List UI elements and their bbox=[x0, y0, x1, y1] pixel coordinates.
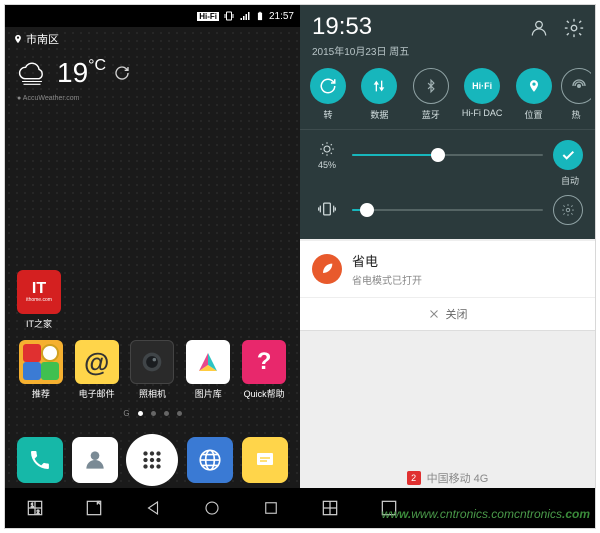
toggle-location[interactable]: 位置 bbox=[510, 68, 558, 121]
location-row[interactable]: 市南区 bbox=[5, 27, 300, 51]
quick-settings-panel: 19:53 2015年10月23日 周五 转 数据 蓝牙 Hi·Fi bbox=[300, 5, 595, 239]
toggle-hotspot[interactable]: 热 bbox=[561, 68, 591, 121]
close-icon bbox=[428, 308, 440, 320]
pin-icon bbox=[13, 34, 23, 44]
nav-dual-button[interactable] bbox=[316, 494, 344, 522]
svg-text:2: 2 bbox=[36, 510, 39, 516]
nav-qslide-button[interactable] bbox=[80, 494, 108, 522]
toggle-data[interactable]: 数据 bbox=[355, 68, 403, 121]
nav-back-button[interactable] bbox=[139, 494, 167, 522]
status-time: 21:57 bbox=[269, 11, 294, 22]
toggle-rotate[interactable]: 转 bbox=[304, 68, 352, 121]
nav-dual-button[interactable]: 12 bbox=[21, 494, 49, 522]
auto-brightness-button[interactable] bbox=[553, 140, 583, 170]
brightness-row: 45% bbox=[312, 140, 583, 170]
auto-label: 自动 bbox=[312, 174, 579, 187]
toggle-row[interactable]: 转 数据 蓝牙 Hi·Fi Hi-Fi DAC 位置 热 bbox=[300, 62, 595, 130]
nav-recent-button[interactable] bbox=[257, 494, 285, 522]
app-gallery[interactable]: 图片库 bbox=[183, 340, 233, 400]
refresh-icon[interactable] bbox=[114, 65, 130, 81]
qs-time[interactable]: 19:53 bbox=[312, 13, 409, 41]
notification-battery-saver[interactable]: 省电 省电模式已打开 关闭 bbox=[300, 241, 595, 331]
weather-source: ● AccuWeather.com bbox=[5, 95, 300, 102]
user-icon[interactable] bbox=[529, 18, 549, 38]
toggle-hifi[interactable]: Hi·Fi Hi-Fi DAC bbox=[458, 68, 506, 121]
nav-home-button[interactable] bbox=[198, 494, 226, 522]
battery-icon bbox=[255, 10, 265, 22]
signal-icon bbox=[239, 10, 251, 22]
vibrate-icon bbox=[223, 10, 235, 22]
notif-subtitle: 省电模式已打开 bbox=[352, 272, 422, 287]
notif-close-button[interactable]: 关闭 bbox=[300, 297, 595, 330]
sound-settings-button[interactable] bbox=[553, 195, 583, 225]
toggle-bluetooth[interactable]: 蓝牙 bbox=[407, 68, 455, 121]
qs-date: 2015年10月23日 周五 bbox=[312, 43, 409, 58]
temperature-value: 19°C bbox=[57, 57, 106, 89]
nav-bar: 12 bbox=[5, 488, 300, 528]
svg-text:1: 1 bbox=[30, 503, 33, 509]
dock bbox=[5, 434, 300, 486]
weather-widget[interactable]: 19°C bbox=[5, 51, 300, 95]
app-ithome[interactable]: IT ithome.com IT之家 bbox=[17, 270, 61, 330]
dock-phone[interactable] bbox=[17, 437, 63, 483]
dock-contacts[interactable] bbox=[72, 437, 118, 483]
sim-badge: 2 bbox=[407, 471, 421, 485]
carrier-name: 中国移动 4G bbox=[427, 470, 489, 486]
status-bar: Hi-Fi 21:57 bbox=[5, 5, 300, 27]
app-email[interactable]: @ 电子邮件 bbox=[72, 340, 122, 400]
app-recommend[interactable]: 推荐 bbox=[16, 340, 66, 400]
app-camera[interactable]: 照相机 bbox=[127, 340, 177, 400]
notif-title: 省电 bbox=[352, 251, 422, 270]
dock-browser[interactable] bbox=[187, 437, 233, 483]
brightness-icon: 45% bbox=[312, 140, 342, 170]
cloud-icon bbox=[15, 60, 49, 86]
location-text: 市南区 bbox=[26, 31, 59, 47]
page-indicator[interactable]: G bbox=[5, 409, 300, 418]
hifi-indicator: Hi-Fi bbox=[197, 12, 219, 21]
carrier-row: 2 中国移动 4G bbox=[300, 470, 595, 486]
watermark: www.www.cntronics.comcntronics.com bbox=[382, 507, 590, 521]
vibrate-icon[interactable] bbox=[312, 199, 342, 221]
app-quickhelp[interactable]: ? Quick帮助 bbox=[239, 340, 289, 400]
volume-row bbox=[312, 195, 583, 225]
leaf-icon bbox=[312, 254, 342, 284]
dock-apps[interactable] bbox=[126, 434, 178, 486]
volume-slider[interactable] bbox=[352, 209, 543, 211]
brightness-slider[interactable] bbox=[352, 154, 543, 156]
dock-messages[interactable] bbox=[242, 437, 288, 483]
settings-icon[interactable] bbox=[563, 17, 585, 39]
